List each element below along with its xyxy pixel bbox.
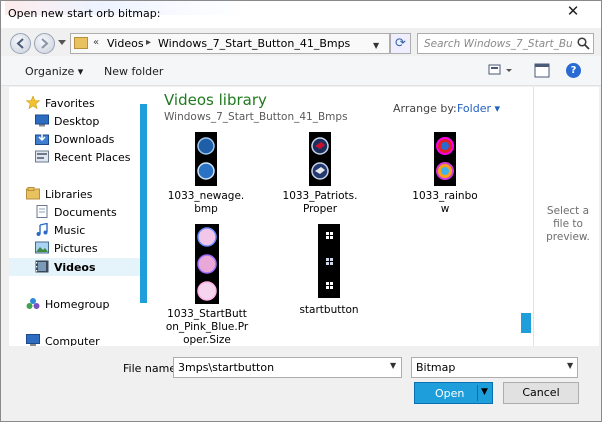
file-type-dropdown-icon[interactable]: ▼ bbox=[567, 361, 573, 370]
file-name-dropdown-icon[interactable]: ▼ bbox=[390, 361, 396, 370]
search-box[interactable]: Search Windows_7_Start_Butto... bbox=[417, 33, 594, 54]
file-item[interactable]: 1033_StartButton_Pink_Blue.Proper.Size bbox=[165, 224, 249, 347]
libraries-icon bbox=[26, 187, 40, 200]
window-title: Open new start orb bitmap: bbox=[8, 7, 161, 20]
command-bar: Organize ▾ New folder ? bbox=[1, 56, 601, 86]
file-name: 1033_newage.bmp bbox=[167, 190, 245, 215]
sidebar-item-recent-places[interactable]: Recent Places bbox=[9, 148, 141, 166]
title-bar: Open new start orb bitmap: ✕ bbox=[1, 1, 601, 28]
open-button[interactable]: Open ▼ bbox=[414, 382, 493, 404]
star-icon bbox=[26, 96, 40, 109]
sidebar-item-label: Music bbox=[54, 224, 86, 237]
sidebar-item-label: Computer bbox=[45, 335, 100, 346]
sidebar-item-label: Videos bbox=[54, 261, 96, 274]
sidebar-item-label: Downloads bbox=[54, 133, 115, 146]
breadcrumb-separator[interactable]: ▸ bbox=[146, 37, 151, 48]
file-thumbnail bbox=[309, 132, 331, 186]
file-item[interactable]: 1033_rainbow bbox=[409, 132, 481, 216]
preview-pane: Select a file to preview. bbox=[533, 87, 599, 346]
sidebar-item-favorites[interactable]: Favorites bbox=[9, 94, 141, 112]
pictures-icon bbox=[35, 241, 49, 254]
preview-placeholder: Select a file to preview. bbox=[546, 205, 590, 243]
file-name: 1033_Patriots.Proper bbox=[282, 190, 358, 215]
dialog-footer: File name: 3mps\startbutton ▼ Bitmap ▼ O… bbox=[1, 346, 601, 421]
recent-places-icon bbox=[35, 150, 49, 163]
back-arrow-icon bbox=[16, 38, 24, 49]
file-name-input[interactable]: 3mps\startbutton bbox=[173, 357, 402, 378]
sidebar-item-downloads[interactable]: Downloads bbox=[9, 130, 141, 148]
sidebar-item-documents[interactable]: Documents bbox=[9, 203, 141, 221]
forward-button[interactable] bbox=[34, 33, 55, 54]
sidebar-item-music[interactable]: Music bbox=[9, 221, 141, 239]
file-thumbnail bbox=[195, 132, 217, 186]
sidebar-item-pictures[interactable]: Pictures bbox=[9, 239, 141, 257]
library-path: Windows_7_Start_Button_41_Bmps bbox=[164, 111, 348, 123]
breadcrumb-overflow[interactable]: « bbox=[93, 37, 99, 48]
file-item[interactable]: startbutton bbox=[289, 224, 369, 317]
sidebar-item-libraries[interactable]: Libraries bbox=[9, 185, 141, 203]
sidebar-item-label: Favorites bbox=[45, 97, 95, 110]
file-item[interactable]: 1033_Patriots.Proper bbox=[280, 132, 360, 216]
file-name: startbutton bbox=[299, 304, 359, 316]
sidebar-item-computer[interactable]: Computer bbox=[9, 332, 141, 346]
view-icon[interactable] bbox=[488, 63, 514, 77]
arrange-by-label: Arrange by: bbox=[393, 102, 457, 115]
library-title: Videos library bbox=[164, 91, 267, 109]
search-input[interactable]: Search Windows_7_Start_Butto... bbox=[424, 38, 572, 50]
arrange-by-dropdown[interactable]: Folder ▾ bbox=[457, 102, 500, 115]
organize-button[interactable]: Organize ▾ bbox=[25, 65, 83, 78]
file-name-label: File name: bbox=[123, 362, 180, 375]
sidebar-item-homegroup[interactable]: Homegroup bbox=[9, 295, 141, 313]
sidebar-item-label: Documents bbox=[54, 206, 117, 219]
file-list-pane: Videos library Windows_7_Start_Button_41… bbox=[147, 87, 533, 346]
file-name: 1033_StartButton_Pink_Blue.Proper.Size bbox=[165, 308, 249, 346]
help-icon[interactable]: ? bbox=[566, 63, 581, 78]
documents-icon bbox=[36, 205, 48, 218]
file-thumbnail bbox=[318, 224, 340, 298]
file-name: 1033_rainbow bbox=[412, 190, 478, 215]
sidebar-item-label: Homegroup bbox=[45, 298, 110, 311]
recent-locations-dropdown-icon[interactable] bbox=[58, 40, 66, 46]
file-thumbnail bbox=[195, 224, 219, 304]
forward-arrow-icon bbox=[41, 38, 49, 49]
homegroup-icon bbox=[26, 298, 40, 309]
open-button-label: Open bbox=[435, 387, 465, 400]
sidebar-item-desktop[interactable]: Desktop bbox=[9, 112, 141, 130]
file-list-scrollbar-thumb[interactable] bbox=[521, 313, 531, 333]
desktop-icon bbox=[35, 114, 49, 127]
file-thumbnail bbox=[434, 132, 456, 186]
file-type-select[interactable]: Bitmap bbox=[411, 357, 578, 378]
downloads-icon bbox=[35, 132, 49, 145]
sidebar-item-label: Libraries bbox=[45, 188, 93, 201]
cancel-button[interactable]: Cancel bbox=[503, 382, 579, 404]
back-button[interactable] bbox=[10, 33, 31, 54]
videos-icon bbox=[35, 260, 49, 273]
search-icon[interactable] bbox=[577, 37, 590, 50]
new-folder-button[interactable]: New folder bbox=[104, 65, 163, 78]
breadcrumb-videos[interactable]: Videos bbox=[107, 37, 144, 50]
breadcrumb-folder[interactable]: Windows_7_Start_Button_41_Bmps bbox=[158, 37, 350, 50]
refresh-button[interactable]: ⟳ bbox=[390, 33, 411, 54]
address-dropdown-icon[interactable]: ▼ bbox=[373, 41, 379, 50]
open-options-dropdown-icon[interactable]: ▼ bbox=[481, 387, 488, 397]
close-icon[interactable]: ✕ bbox=[565, 4, 581, 20]
music-icon bbox=[36, 223, 48, 236]
folder-icon bbox=[74, 37, 88, 49]
open-file-dialog: Open new start orb bitmap: ✕ « Videos ▸ … bbox=[0, 0, 602, 422]
file-item[interactable]: 1033_newage.bmp bbox=[166, 132, 246, 216]
sidebar-item-videos[interactable]: Videos bbox=[9, 258, 141, 276]
preview-pane-icon[interactable] bbox=[534, 63, 550, 78]
address-bar[interactable]: « Videos ▸ Windows_7_Start_Button_41_Bmp… bbox=[70, 33, 390, 54]
refresh-icon: ⟳ bbox=[395, 36, 406, 51]
navigation-bar: « Videos ▸ Windows_7_Start_Button_41_Bmp… bbox=[1, 28, 601, 56]
navigation-pane: Favorites Desktop Downloads Recent Place… bbox=[9, 87, 141, 346]
open-split-divider bbox=[477, 385, 478, 401]
navigation-scrollbar-thumb[interactable] bbox=[140, 104, 147, 303]
sidebar-item-label: Recent Places bbox=[54, 151, 131, 164]
computer-icon bbox=[26, 334, 40, 346]
sidebar-item-label: Desktop bbox=[54, 115, 100, 128]
sidebar-item-label: Pictures bbox=[54, 242, 98, 255]
